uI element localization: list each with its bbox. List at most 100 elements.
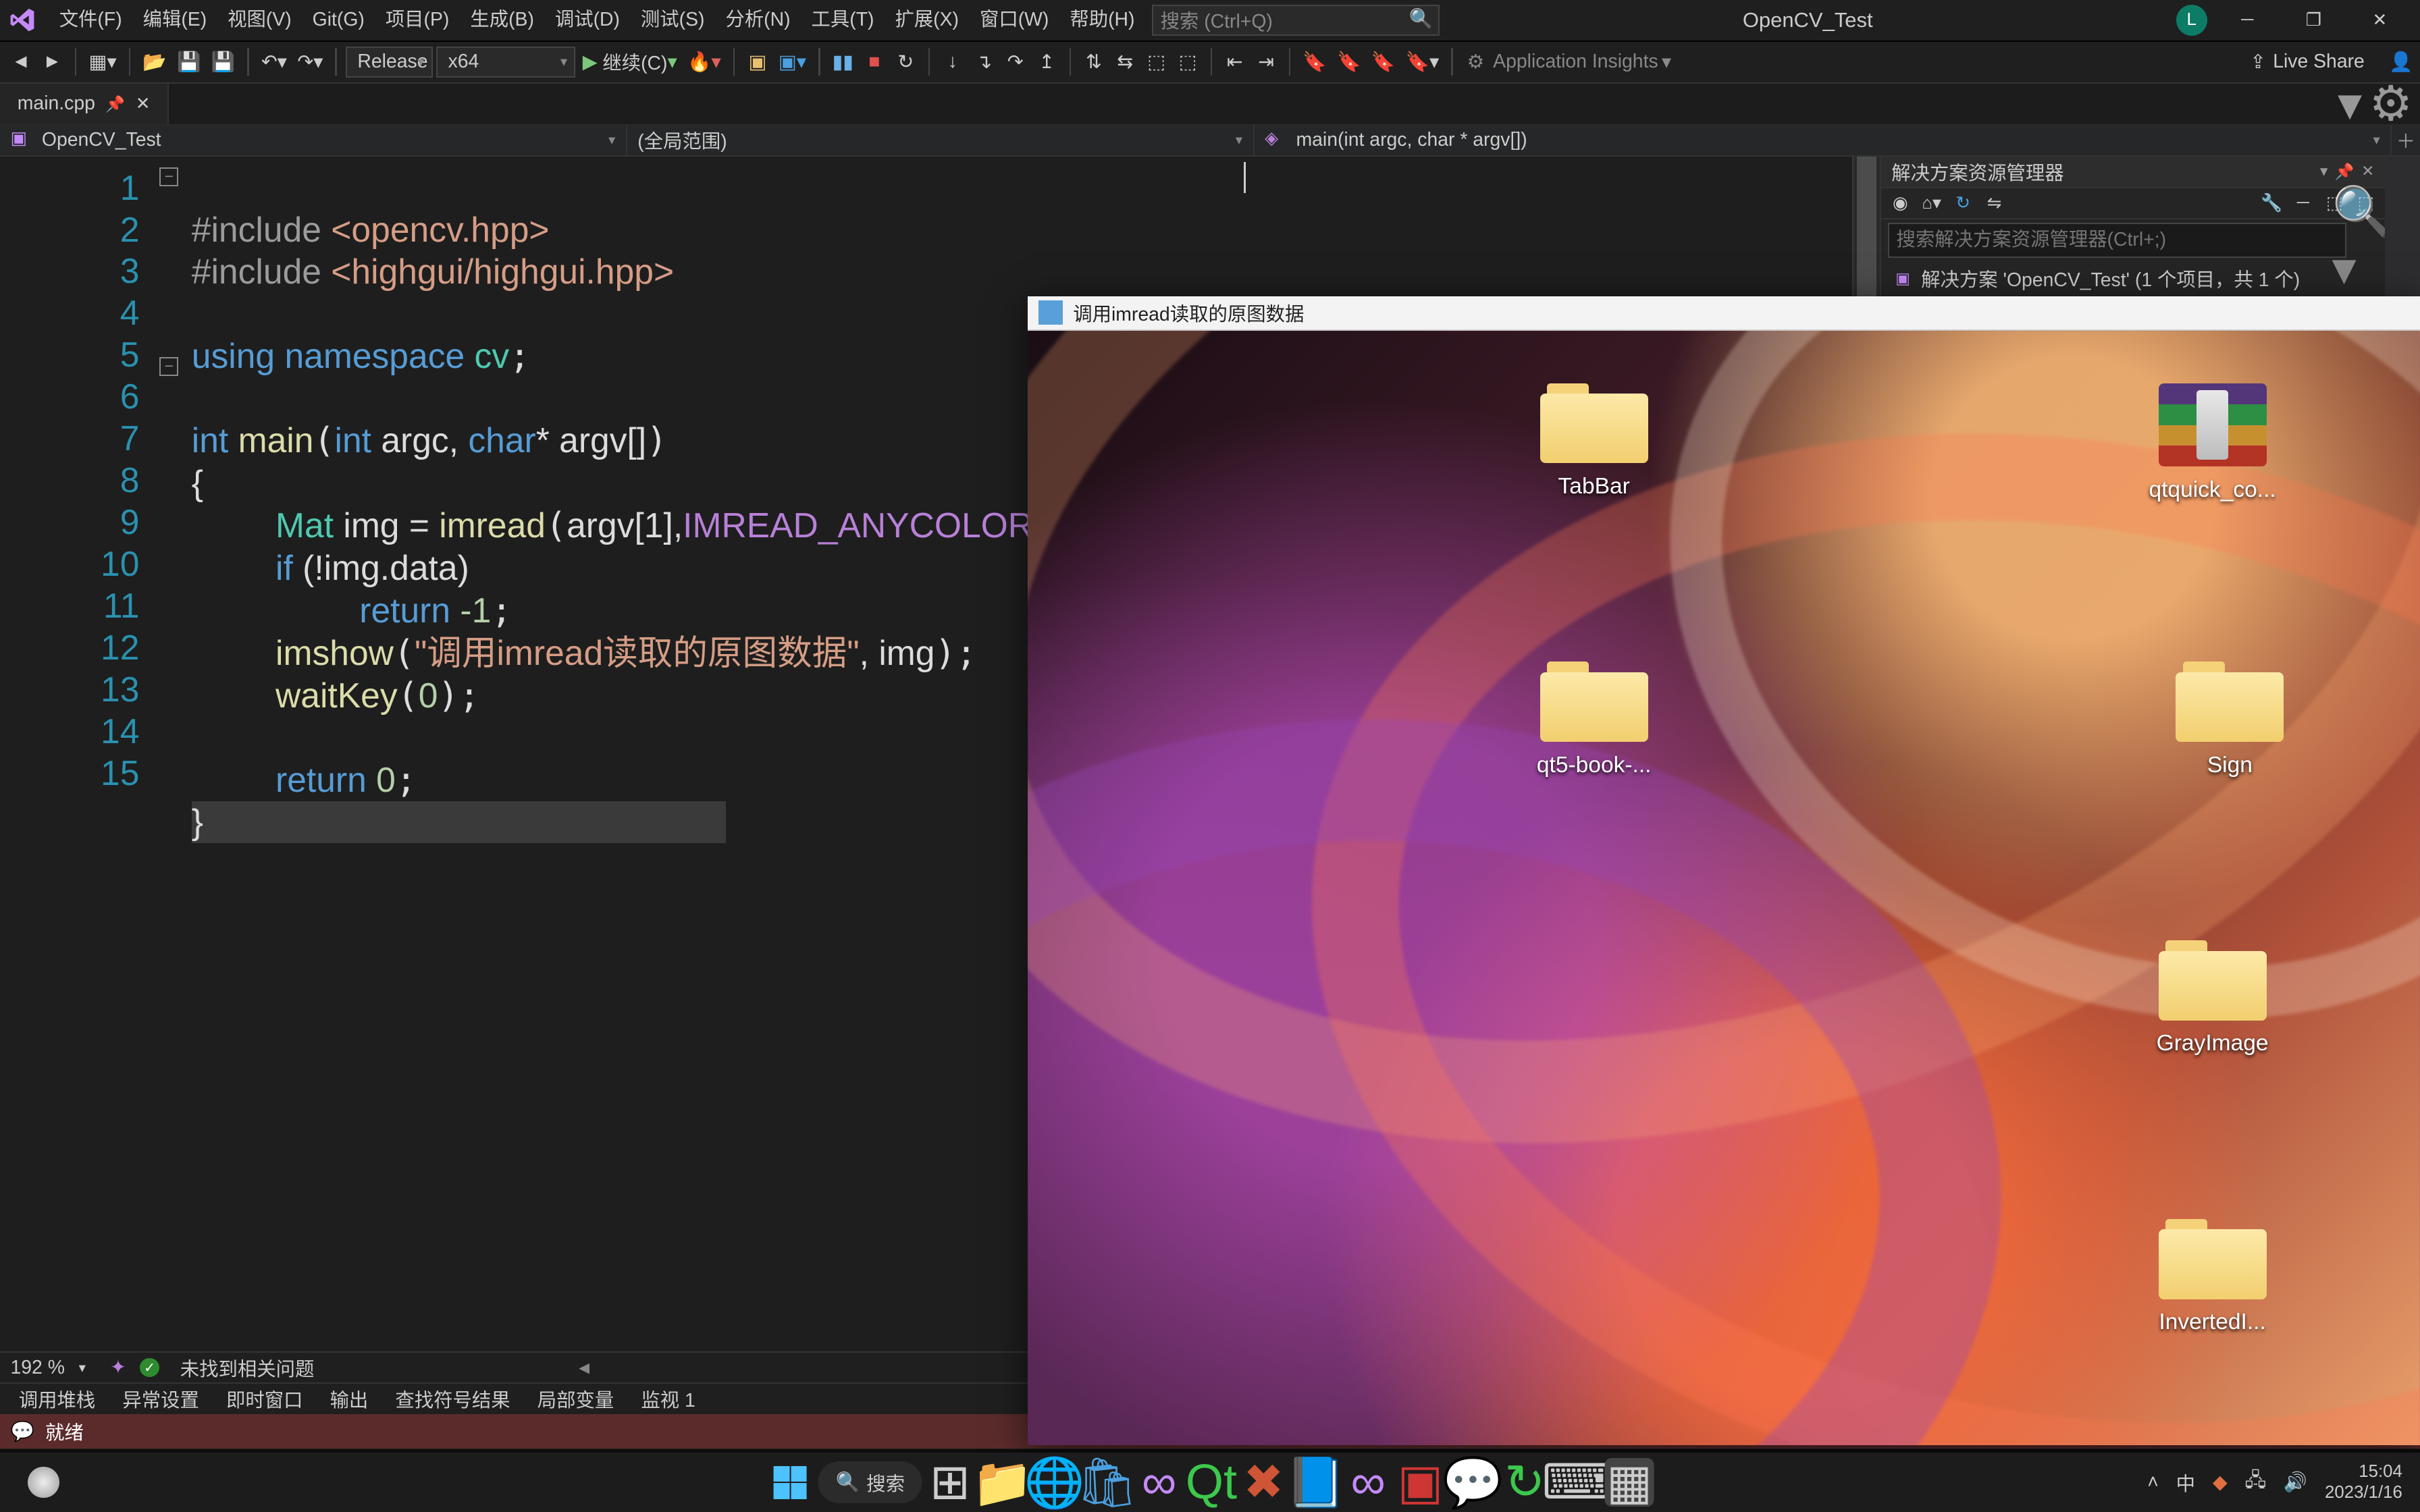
live-share-button[interactable]: ⇪ Live Share 👤 [2250,51,2413,74]
desktop-icon-sign[interactable]: Sign [2134,662,2325,778]
desktop-icon-qtquick[interactable]: qtquick_co... [2117,383,2309,503]
nav-project-combo[interactable]: ▣ OpenCV_Test [0,125,627,156]
step-out-button[interactable]: ↥ [1032,47,1060,78]
tab-overflow-icon[interactable]: ▾ [2338,76,2362,132]
menu-view[interactable]: 视图(V) [217,0,302,41]
terminal-icon[interactable]: ⌨ [1553,1458,1602,1507]
bookmarks-4[interactable]: 🔖▾ [1402,47,1442,78]
menu-project[interactable]: 项目(P) [375,0,460,41]
bookmarks-1[interactable]: 🔖 [1299,47,1330,78]
nav-fwd-button[interactable]: ► [38,47,66,78]
nav-scope-combo[interactable]: (全局范围) [627,125,1255,156]
dbg-btn-5[interactable]: ⇤ [1221,47,1248,78]
solution-search-input[interactable] [1888,223,2346,258]
hot-reload-button[interactable]: 🔥▾ [684,47,725,78]
menu-test[interactable]: 测试(S) [630,0,715,41]
dbg-btn-2[interactable]: ⇆ [1111,47,1139,78]
undo-button[interactable]: ↶▾ [258,47,290,78]
se-btn[interactable]: ↻ [1951,193,1975,213]
autohide-icon[interactable]: ▾ [2320,162,2328,181]
menu-tools[interactable]: 工具(T) [801,0,885,41]
ime-indicator[interactable]: 中 [2176,1469,2195,1496]
feedback-icon[interactable]: 💬 [10,1420,34,1443]
step-over-button[interactable]: ↷ [1001,47,1029,78]
menu-file[interactable]: 文件(F) [49,0,132,41]
dbg-btn-3[interactable]: ⬚ [1142,47,1170,78]
menu-help[interactable]: 帮助(H) [1059,0,1145,41]
continue-button[interactable]: ▶ 继续(C) ▾ [579,47,681,78]
minimize-button[interactable]: ─ [2221,0,2273,41]
tree-root[interactable]: ▣ 解决方案 'OpenCV_Test' (1 个项目，共 1 个) [1888,265,2378,292]
qt-creator-icon[interactable]: Qt [1187,1458,1236,1507]
maximize-button[interactable]: ❐ [2288,0,2340,41]
app-insights-icon[interactable]: ⚙ [1462,47,1490,78]
file-tab-main-cpp[interactable]: main.cpp 📌 ✕ [0,84,169,124]
edge-icon[interactable]: 🌐 [1030,1458,1079,1507]
start-button[interactable] [766,1458,814,1507]
btab-callstack[interactable]: 调用堆栈 [7,1384,107,1413]
pin-icon[interactable]: 📌 [2335,162,2355,181]
clock[interactable]: 15:04 2023/1/16 [2325,1461,2402,1503]
se-btn[interactable]: ◉ [1888,193,1912,213]
fold-icon[interactable]: − [159,167,178,186]
new-button[interactable]: ▦▾ [85,47,120,78]
zoom-combo[interactable]: 192 % [10,1357,64,1379]
volume-icon[interactable]: 🔊 [2284,1471,2307,1494]
se-btn[interactable]: ⌂▾ [1920,193,1944,213]
taskbar-search[interactable]: 🔍 搜索 [818,1461,922,1503]
app-icon[interactable]: 💬 [1448,1458,1497,1507]
app-icon[interactable]: ✖ [1239,1458,1288,1507]
redo-button[interactable]: ↷▾ [294,47,326,78]
tray-overflow-icon[interactable]: ˄ [2147,1472,2159,1494]
task-view-button[interactable]: ⊞ [926,1458,974,1507]
nav-split-button[interactable]: ＋ [2392,126,2419,154]
btab-immediate[interactable]: 即时窗口 [215,1384,315,1413]
open-button[interactable]: 📂 [139,47,170,78]
btab-exceptions[interactable]: 异常设置 [111,1384,211,1413]
config-combo[interactable]: Release [346,47,433,78]
dbg-btn-1[interactable]: ⇅ [1080,47,1107,78]
app-icon[interactable]: ▣ [1396,1458,1444,1507]
scroll-left-icon[interactable]: ◀ [572,1359,596,1376]
proc-button[interactable]: ▣ [743,47,771,78]
menu-window[interactable]: 窗口(W) [969,0,1059,41]
nav-back-button[interactable]: ◄ [7,47,34,78]
save-all-button[interactable]: 💾 [208,47,239,78]
se-btn[interactable]: ⇋ [1982,193,2006,213]
weather-widget[interactable] [18,1456,70,1508]
btab-watch1[interactable]: 监视 1 [629,1384,707,1413]
windows-taskbar[interactable]: 🔍 搜索 ⊞ 📁 🌐 🛍 ∞ Qt ✖ 📘 ∞ ▣ 💬 ↻ ⌨ ▦ ˄ 中 ◆ … [0,1453,2420,1512]
stop-button[interactable]: ■ [860,47,888,78]
desktop-icon-grayimage[interactable]: GrayImage [2117,940,2309,1056]
dbg-btn-6[interactable]: ⇥ [1252,47,1280,78]
bookmarks-2[interactable]: 🔖 [1334,47,1365,78]
btab-output[interactable]: 输出 [318,1384,380,1413]
btab-locals[interactable]: 局部变量 [525,1384,625,1413]
network-icon[interactable]: 🖧 [2244,1466,2266,1498]
issues-label[interactable]: 未找到相关问题 [180,1354,315,1382]
bookmarks-3[interactable]: 🔖 [1368,47,1399,78]
save-button[interactable]: 💾 [174,47,205,78]
fold-icon[interactable]: − [159,357,178,376]
show-next-button[interactable]: ↓ [939,47,966,78]
store-icon[interactable]: 🛍 [1082,1458,1131,1507]
close-tab-icon[interactable]: ✕ [136,94,151,114]
tray-app-icon[interactable]: ◆ [2213,1471,2228,1494]
menu-git[interactable]: Git(G) [302,0,375,41]
btab-findsymbol[interactable]: 查找符号结果 [384,1384,522,1413]
thread-button[interactable]: ▣▾ [775,47,810,78]
solution-explorer-title[interactable]: 解决方案资源管理器 ▾📌✕ [1881,157,2385,188]
vs-taskbar-icon[interactable]: ∞ [1134,1458,1183,1507]
lightbulb-icon[interactable]: ✦ [110,1356,126,1379]
vs-running-icon[interactable]: ∞ [1344,1458,1392,1507]
cv-window-titlebar[interactable]: 调用imread读取的原图数据 [1028,296,2419,331]
nav-func-combo[interactable]: ◈ main(int argc, char * argv[]) [1255,125,2392,156]
pause-button[interactable]: ▮▮ [828,47,857,78]
global-search[interactable]: 搜索 (Ctrl+Q) 🔍 [1152,5,1440,36]
tab-settings-icon[interactable]: ⚙ [2369,76,2413,132]
desktop-icon-inverted[interactable]: InvertedI... [2117,1219,2309,1335]
explorer-icon[interactable]: 📁 [978,1458,1026,1507]
desktop-icon-tabbar[interactable]: TabBar [1498,383,1690,500]
dbg-btn-4[interactable]: ⬚ [1174,47,1201,78]
pin-icon[interactable]: 📌 [105,94,125,113]
